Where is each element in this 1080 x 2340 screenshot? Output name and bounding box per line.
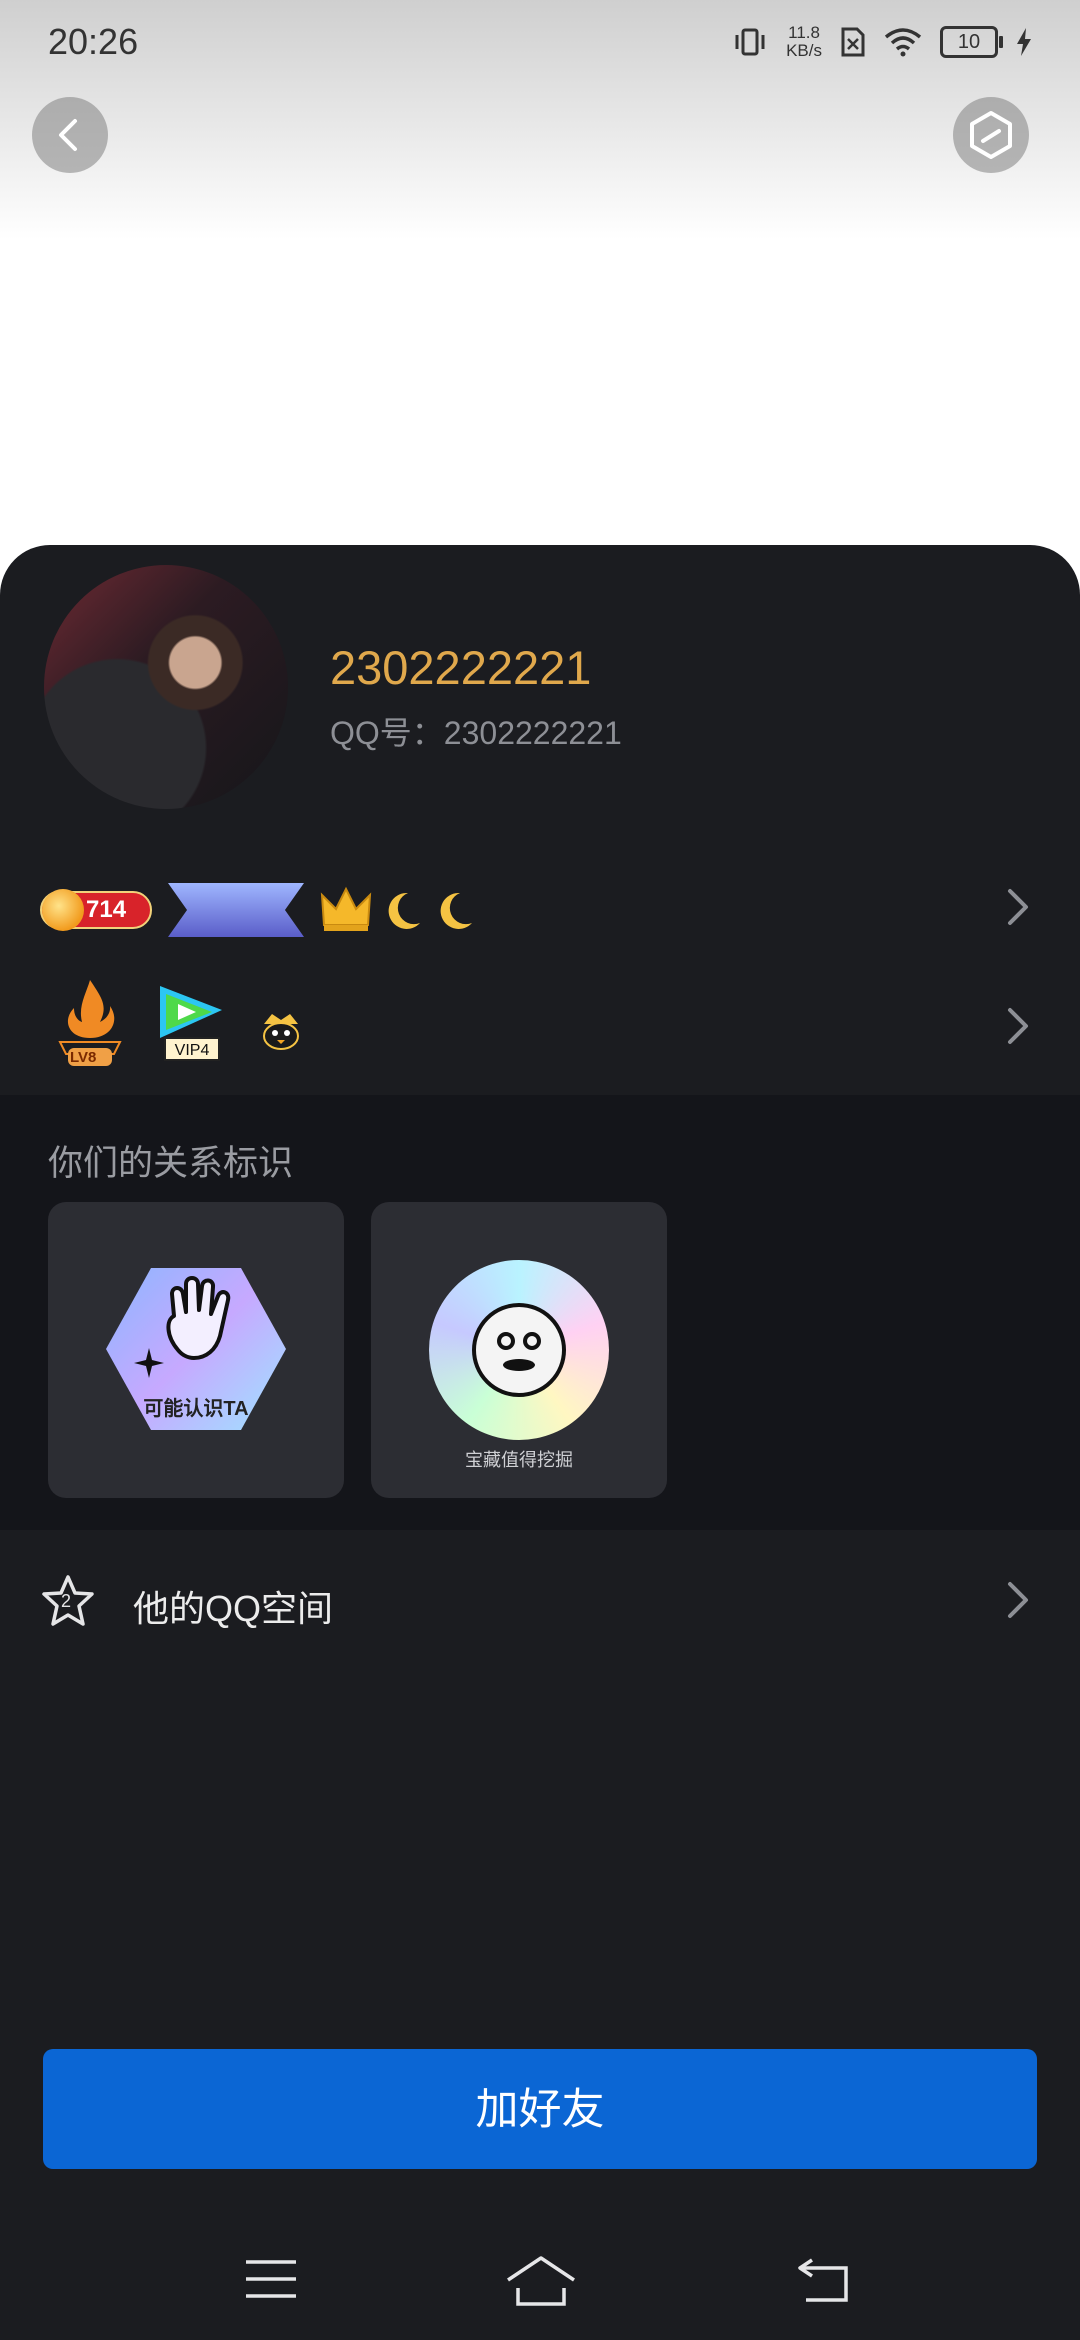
qq-number-row: QQ号：2302222221 — [330, 708, 622, 754]
sparkle-icon — [134, 1348, 164, 1378]
relationship-label-know: 可能认识TA — [143, 1398, 249, 1420]
return-icon[interactable] — [796, 2254, 852, 2306]
moon-icon — [388, 892, 420, 929]
home-icon[interactable] — [504, 2254, 578, 2308]
system-nav-bar — [0, 2230, 1080, 2340]
nickname: 2302222221 — [330, 641, 592, 694]
relationship-tile-know[interactable]: 可能认识TA — [48, 1202, 344, 1498]
sim-icon — [841, 27, 865, 57]
score-value: 714 — [86, 896, 127, 923]
chevron-right-icon — [1008, 889, 1028, 925]
chevron-left-icon — [59, 119, 77, 151]
qzone-row[interactable]: 2 他的QQ空间 — [0, 1550, 1080, 1650]
settings-button[interactable] — [953, 97, 1029, 173]
chevron-right-icon — [1008, 1008, 1028, 1044]
vip-badge: VIP4 — [164, 1037, 220, 1061]
relationship-label-treasure: 宝藏值得挖掘 — [465, 1450, 573, 1470]
header-background — [0, 0, 1080, 560]
back-button[interactable] — [32, 97, 108, 173]
moon-icon — [440, 892, 472, 929]
add-friend-button[interactable]: 加好友 — [43, 2049, 1037, 2169]
holographic-badge-icon — [429, 1260, 609, 1440]
status-time: 20:26 — [48, 21, 139, 62]
battery-indicator: 10 — [940, 26, 1003, 58]
level-label: LV8 — [70, 1049, 97, 1066]
relationship-tile-treasure[interactable]: 宝藏值得挖掘 — [371, 1202, 667, 1498]
avatar[interactable] — [44, 565, 288, 809]
wifi-icon — [884, 28, 922, 57]
net-speed-unit: KB/s — [786, 41, 822, 60]
charging-icon — [1017, 28, 1031, 56]
score-badge: 714 — [40, 889, 152, 931]
net-speed: 11.8 KB/s — [786, 24, 822, 60]
hexagon-settings-icon — [970, 111, 1012, 159]
penguin-crown-icon — [263, 1014, 299, 1050]
menu-icon[interactable] — [244, 2254, 298, 2304]
crown-icon — [320, 886, 372, 931]
badge-row-primary[interactable]: 714 — [0, 851, 1080, 961]
badge-row-services[interactable]: LV8 VIP4 — [0, 970, 1080, 1080]
relationship-section: 你们的关系标识 可能认识TA 宝藏值得挖掘 — [0, 1095, 1080, 1530]
qq-number-label: QQ号： — [330, 715, 444, 751]
status-icons: 11.8 KB/s 10 — [732, 24, 1032, 60]
qzone-label: 他的QQ空间 — [133, 1588, 334, 1629]
rank-emblem-icon — [168, 883, 304, 937]
coin-icon — [42, 889, 84, 931]
vibrate-icon — [735, 28, 765, 56]
star-number: 2 — [61, 1591, 72, 1611]
status-bar: 20:26 11.8 KB/s 10 — [0, 0, 1080, 84]
net-speed-value: 11.8 — [788, 23, 820, 42]
qq-number-value: 2302222221 — [443, 715, 622, 751]
chevron-right-icon — [1008, 1582, 1028, 1618]
smiley-face-icon — [472, 1303, 566, 1397]
relationship-title: 你们的关系标识 — [48, 1144, 294, 1183]
vip-label: VIP4 — [174, 1042, 210, 1059]
